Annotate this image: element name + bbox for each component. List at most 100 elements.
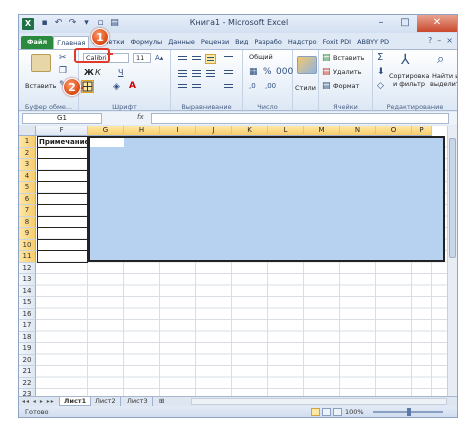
row-header[interactable]: 22 [19,377,36,389]
sheet-tab-3[interactable]: Лист3 [123,397,153,406]
format-cells-button[interactable]: Формат [333,82,359,90]
row-header[interactable]: 1 [19,136,36,148]
cell-f[interactable] [37,228,88,240]
tab-formulas[interactable]: Формулы [127,36,165,49]
zoom-slider-knob[interactable] [407,408,411,416]
column-header[interactable]: I [160,126,196,136]
tab-data[interactable]: Данные [165,36,198,49]
increase-decimal-icon[interactable]: ,0 [249,81,256,91]
paste-icon[interactable] [31,54,51,72]
align-bottom-icon[interactable] [205,54,216,64]
row-header[interactable]: 9 [19,228,36,240]
decrease-indent-icon[interactable] [177,82,188,92]
select-all-corner[interactable] [19,126,36,136]
font-size-combo[interactable]: 11 [133,53,151,63]
row-header[interactable]: 5 [19,182,36,194]
column-header[interactable]: K [232,126,268,136]
find-select-icon[interactable]: ⌕ [437,53,444,67]
row-header[interactable]: 8 [19,216,36,228]
cell-f1[interactable]: Примечание [37,136,88,148]
delete-cells-icon[interactable]: ▤ [322,67,331,77]
delete-cells-button[interactable]: Удалить [333,68,361,76]
ribbon-minimize-icon[interactable]: – [437,36,441,45]
row-header[interactable]: 13 [19,274,36,286]
fx-icon[interactable]: fx [137,113,144,121]
align-right-icon[interactable] [205,68,216,78]
styles-button[interactable]: Стили [295,84,316,92]
row-header[interactable]: 19 [19,343,36,355]
insert-cells-icon[interactable]: ▤ [322,53,331,63]
cell-f[interactable] [37,239,88,251]
row-header[interactable]: 21 [19,366,36,378]
maximize-icon[interactable]: □ [393,15,417,32]
column-header[interactable]: M [304,126,340,136]
fill-icon[interactable]: ⬇ [377,67,385,77]
tab-addins[interactable]: Надстро [285,36,320,49]
page-layout-view-icon[interactable] [322,408,331,416]
currency-icon[interactable]: ▦ [249,67,258,77]
help-icon[interactable]: ? [428,36,432,45]
number-format-combo[interactable]: Общий [247,53,289,63]
styles-icon[interactable] [297,56,317,74]
wrap-text-icon[interactable] [223,82,234,92]
copy-icon[interactable]: ❐ [59,66,67,76]
row-header[interactable]: 23 [19,389,36,396]
horizontal-scrollbar[interactable] [191,398,447,405]
tab-view[interactable]: Вид [232,36,251,49]
column-header[interactable]: H [124,126,160,136]
tab-foxit-pdf[interactable]: Foxit PDI [320,36,354,49]
column-header[interactable]: G [88,126,124,136]
normal-view-icon[interactable] [311,408,320,416]
align-center-icon[interactable] [191,68,202,78]
row-header[interactable]: 7 [19,205,36,217]
row-header[interactable]: 12 [19,262,36,274]
thousands-icon[interactable]: 000 [276,67,293,77]
sort-filter-button[interactable]: Сортировка [389,72,430,80]
print-icon[interactable]: ▤ [109,18,120,29]
text-orientation-icon[interactable] [223,54,234,64]
active-cell[interactable] [90,138,124,147]
save-icon[interactable]: ▪ [39,18,50,29]
insert-cells-button[interactable]: Вставить [333,54,364,62]
cell-f[interactable] [37,251,88,263]
fill-color-icon[interactable]: ◈ [113,82,120,92]
row-header[interactable]: 6 [19,193,36,205]
decrease-decimal-icon[interactable]: ,00 [265,81,276,91]
row-header[interactable]: 14 [19,285,36,297]
selected-range[interactable] [88,136,445,262]
ribbon-close-icon[interactable]: × [446,36,453,45]
tab-abbyy-pdf[interactable]: ABBYY PD [354,36,392,49]
row-header[interactable]: 3 [19,159,36,171]
cell-f[interactable] [37,205,88,217]
find-select-button[interactable]: Найти и [432,72,457,80]
column-header[interactable]: N [340,126,376,136]
increase-indent-icon[interactable] [191,82,202,92]
cell-f[interactable] [37,170,88,182]
sort-filter-icon[interactable]: ⅄ [401,53,410,67]
font-color-icon[interactable]: A [129,81,136,91]
cut-icon[interactable]: ✂ [59,53,67,63]
vertical-scroll-thumb[interactable] [449,138,456,258]
cell-f[interactable] [37,147,88,159]
clear-icon[interactable]: ◇ [377,81,384,91]
align-left-icon[interactable] [177,68,188,78]
name-box[interactable]: G1 [22,113,102,124]
align-top-icon[interactable] [177,54,188,64]
row-header[interactable]: 2 [19,147,36,159]
paste-button[interactable]: Вставить [25,82,56,90]
row-header[interactable]: 17 [19,320,36,332]
underline-icon[interactable]: Ч [118,68,123,78]
percent-icon[interactable]: % [263,67,272,77]
tab-file[interactable]: Файл [21,36,54,49]
column-header[interactable]: L [268,126,304,136]
column-header[interactable]: O [376,126,412,136]
row-header[interactable]: 10 [19,239,36,251]
tab-review[interactable]: Рецензи [198,36,232,49]
worksheet-grid[interactable]: FGHIJKLMNOP 1 2 3 4 5 6 7 8 9 10 11 12 13 14 15 16 17 18 1… [19,126,457,396]
cell-f[interactable] [37,159,88,171]
row-header[interactable]: 15 [19,297,36,309]
cell-f[interactable] [37,193,88,205]
merge-cells-icon[interactable] [223,68,234,78]
undo-icon[interactable]: ↶ [53,18,64,29]
page-break-view-icon[interactable] [333,408,342,416]
